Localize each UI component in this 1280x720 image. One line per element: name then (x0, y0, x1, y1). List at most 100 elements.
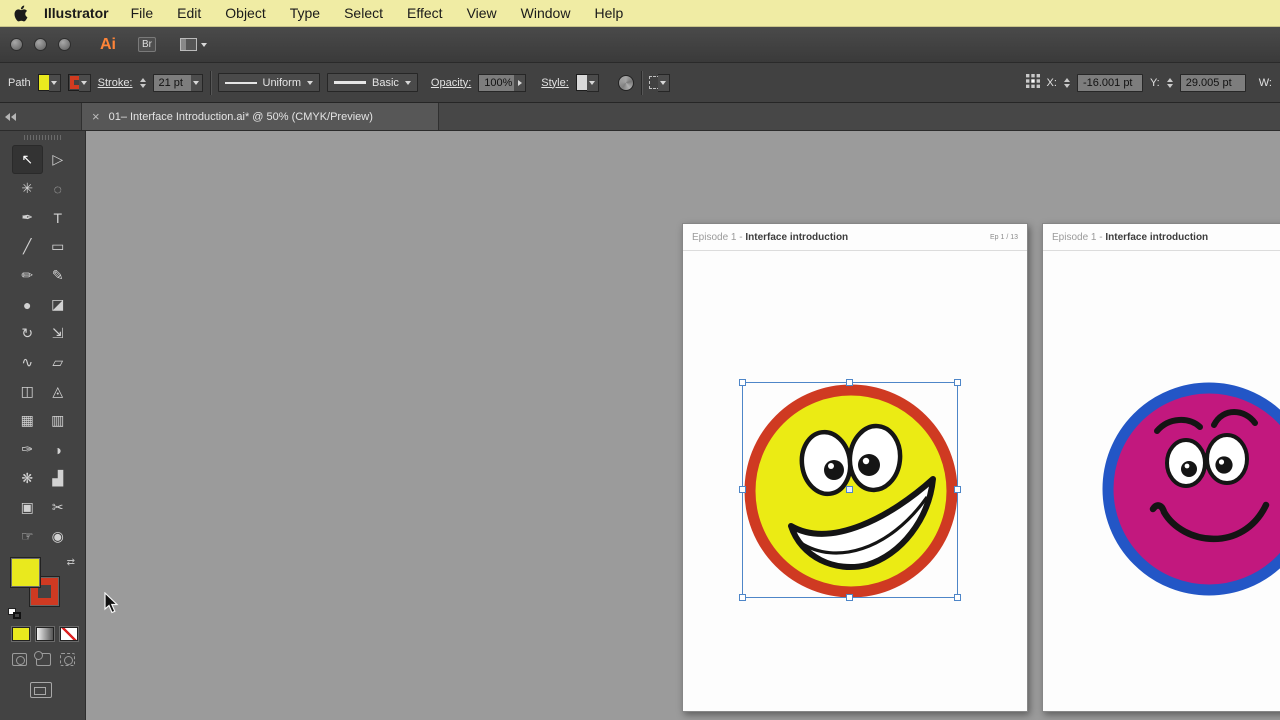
artboard-2[interactable]: Episode 1 - Interface introduction (1042, 223, 1280, 712)
blob-brush-tool[interactable]: ● (12, 290, 43, 319)
left-pupil (1181, 461, 1197, 477)
selection-handle-se[interactable] (954, 594, 961, 601)
shape-builder-tool[interactable]: ◫ (12, 377, 43, 406)
selection-center-point[interactable] (846, 486, 853, 493)
x-field[interactable]: -16.001 pt (1076, 73, 1143, 92)
panel-grip[interactable] (23, 135, 62, 140)
window-close-button[interactable] (10, 38, 23, 51)
brush-name-value: Basic (372, 76, 399, 89)
brush-definition-dropdown[interactable]: Basic (327, 73, 418, 92)
free-transform-tool[interactable]: ▱ (43, 348, 74, 377)
illustrator-logo: Ai (100, 35, 116, 53)
fill-dropdown-arrow-icon[interactable] (48, 73, 61, 92)
selection-tool[interactable]: ↖ (12, 145, 43, 174)
style-dropdown-arrow-icon[interactable] (586, 73, 599, 92)
opacity-flyout-arrow-icon[interactable] (514, 73, 527, 92)
rotate-tool[interactable]: ↻ (12, 319, 43, 348)
recolor-artwork-icon[interactable] (617, 74, 634, 91)
selection-handle-e[interactable] (954, 486, 961, 493)
drawing-mode-row (0, 641, 85, 666)
paintbrush-tool[interactable]: ✏ (12, 261, 43, 290)
line-segment-tool[interactable]: ╱ (12, 232, 43, 261)
stroke-panel-link[interactable]: Stroke: (98, 77, 133, 89)
artboard-tool[interactable]: ▣ (12, 493, 43, 522)
menu-item-object[interactable]: Object (213, 5, 277, 21)
collapse-panel-icon[interactable] (0, 103, 21, 130)
menu-item-window[interactable]: Window (509, 5, 583, 21)
draw-behind-icon[interactable] (34, 651, 51, 666)
rectangle-tool[interactable]: ▭ (43, 232, 74, 261)
artboard-1-page-indicator: Ep 1 / 13 (989, 233, 1018, 241)
document-title: 01– Interface Introduction.ai* @ 50% (CM… (108, 110, 373, 123)
menu-item-help[interactable]: Help (582, 5, 635, 21)
selection-handle-ne[interactable] (954, 379, 961, 386)
menu-item-type[interactable]: Type (278, 5, 332, 21)
selection-bounding-box[interactable] (739, 379, 961, 601)
scale-tool[interactable]: ⇲ (43, 319, 74, 348)
default-fill-stroke-icon[interactable] (8, 608, 21, 619)
canvas[interactable]: Episode 1 - Interface introduction Ep 1 … (86, 131, 1280, 720)
bridge-button[interactable]: Br (138, 37, 156, 52)
tab-close-icon[interactable]: × (92, 109, 100, 124)
slice-tool[interactable]: ✂ (43, 493, 74, 522)
type-tool[interactable]: T (43, 203, 74, 232)
window-minimize-button[interactable] (34, 38, 47, 51)
window-zoom-button[interactable] (58, 38, 71, 51)
selection-handle-sw[interactable] (739, 594, 746, 601)
x-stepper[interactable] (1063, 77, 1070, 88)
menu-item-select[interactable]: Select (332, 5, 395, 21)
artboard-2-header-title: Interface introduction (1105, 231, 1209, 243)
hand-tool[interactable]: ☞ (12, 522, 43, 551)
reference-point-icon[interactable] (1025, 74, 1040, 91)
pencil-tool[interactable]: ✎ (43, 261, 74, 290)
menu-item-effect[interactable]: Effect (395, 5, 455, 21)
eyedropper-tool[interactable]: ✑ (12, 435, 43, 464)
width-profile-dropdown[interactable]: Uniform (217, 73, 321, 92)
select-similar-button[interactable] (648, 73, 670, 92)
gradient-button[interactable] (36, 627, 54, 641)
blend-tool[interactable]: ◑ (43, 435, 74, 464)
stroke-weight-stepper[interactable] (139, 77, 146, 88)
swap-fill-stroke-icon[interactable]: ⇄ (67, 557, 75, 568)
pen-tool[interactable]: ✒ (12, 203, 43, 232)
menu-item-view[interactable]: View (455, 5, 509, 21)
draw-inside-icon[interactable] (60, 653, 75, 666)
smiley-artwork-pink[interactable] (1097, 377, 1280, 601)
column-graph-tool[interactable]: ▟ (43, 464, 74, 493)
width-tool[interactable]: ∿ (12, 348, 43, 377)
direct-selection-tool[interactable]: ▷ (43, 145, 74, 174)
magic-wand-tool[interactable]: ✳ (12, 174, 43, 203)
style-panel-link[interactable]: Style: (541, 77, 569, 89)
zoom-tool[interactable]: ◉ (43, 522, 74, 551)
apple-icon[interactable] (14, 5, 28, 22)
y-field[interactable]: 29.005 pt (1179, 73, 1246, 92)
menu-item-file[interactable]: File (119, 5, 166, 21)
fill-indicator-swatch[interactable] (10, 557, 41, 588)
stroke-weight-dropdown-arrow-icon[interactable] (190, 73, 203, 92)
stroke-dropdown-arrow-icon[interactable] (78, 73, 91, 92)
menu-app-name[interactable]: Illustrator (44, 5, 109, 21)
selection-handle-nw[interactable] (739, 379, 746, 386)
eraser-tool[interactable]: ◪ (43, 290, 74, 319)
document-tab[interactable]: × 01– Interface Introduction.ai* @ 50% (… (81, 103, 439, 130)
y-stepper[interactable] (1166, 77, 1173, 88)
perspective-grid-tool[interactable]: ◬ (43, 377, 74, 406)
workspace-dropdown-arrow-icon[interactable] (201, 42, 207, 47)
color-button[interactable] (12, 627, 30, 641)
menu-item-edit[interactable]: Edit (165, 5, 213, 21)
artboard-2-header: Episode 1 - Interface introduction (1043, 224, 1280, 251)
selection-handle-w[interactable] (739, 486, 746, 493)
opacity-panel-link[interactable]: Opacity: (431, 77, 471, 89)
y-label: Y: (1149, 76, 1160, 89)
mesh-tool[interactable]: ▦ (12, 406, 43, 435)
selection-handle-s[interactable] (846, 594, 853, 601)
workspace-switcher-icon[interactable] (180, 38, 197, 51)
gradient-tool[interactable]: ▥ (43, 406, 74, 435)
width-profile-arrow-icon (307, 80, 314, 85)
selection-handle-n[interactable] (846, 379, 853, 386)
none-button[interactable] (60, 627, 78, 641)
lasso-tool[interactable]: ◌ (43, 174, 74, 203)
screen-mode-icon[interactable] (30, 682, 52, 698)
draw-normal-icon[interactable] (12, 653, 27, 666)
symbol-sprayer-tool[interactable]: ❋ (12, 464, 43, 493)
